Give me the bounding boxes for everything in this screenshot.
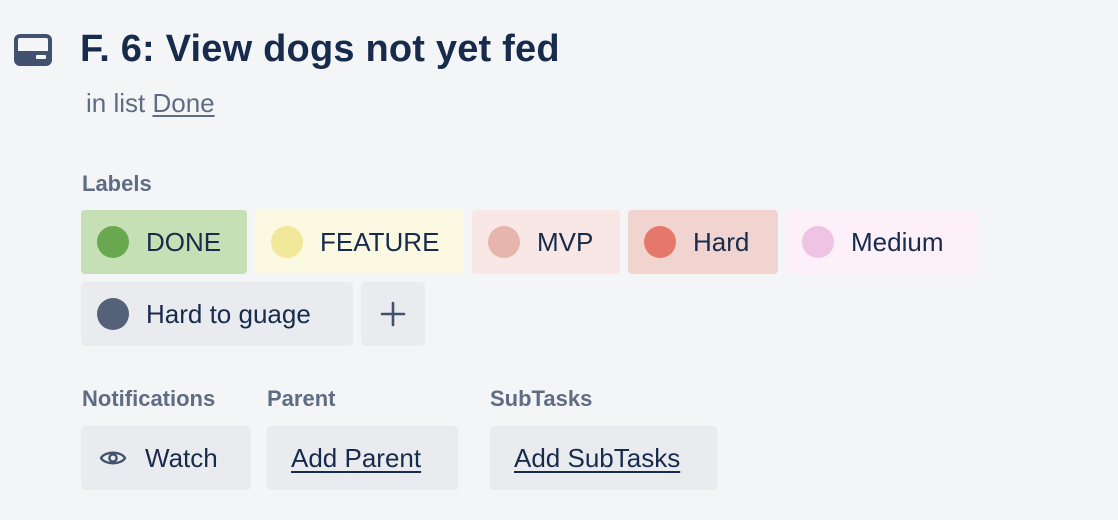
label-chip-hard[interactable]: Hard bbox=[628, 210, 778, 274]
label-text: MVP bbox=[537, 226, 594, 257]
labels-heading: Labels bbox=[82, 171, 152, 196]
label-dot-icon bbox=[97, 298, 129, 330]
label-chip-feature[interactable]: FEATURE bbox=[255, 210, 464, 274]
plus-icon bbox=[380, 301, 406, 327]
label-dot-icon bbox=[644, 226, 676, 258]
card-icon bbox=[14, 34, 52, 66]
parent-heading: Parent bbox=[267, 386, 336, 411]
add-subtasks-button[interactable]: Add SubTasks bbox=[490, 426, 717, 490]
label-dot-icon bbox=[802, 226, 834, 258]
label-chip-done[interactable]: DONE bbox=[81, 210, 247, 274]
eye-icon bbox=[99, 451, 127, 465]
add-parent-button[interactable]: Add Parent bbox=[267, 426, 458, 490]
list-link[interactable]: Done bbox=[152, 88, 214, 118]
label-text: Hard to guage bbox=[146, 298, 311, 329]
label-text: DONE bbox=[146, 226, 222, 257]
label-text: Medium bbox=[851, 226, 944, 257]
label-chip-mvp[interactable]: MVP bbox=[472, 210, 620, 274]
label-dot-icon bbox=[97, 226, 129, 258]
notifications-heading: Notifications bbox=[82, 386, 216, 411]
label-dot-icon bbox=[488, 226, 520, 258]
label-dot-icon bbox=[271, 226, 303, 258]
add-subtasks-label: Add SubTasks bbox=[514, 442, 681, 473]
label-chip-hard-to-guage[interactable]: Hard to guage bbox=[81, 282, 353, 346]
in-list-prefix: in list bbox=[86, 88, 146, 118]
label-chip-medium[interactable]: Medium bbox=[786, 210, 978, 274]
in-list-info: in list Done bbox=[86, 88, 215, 119]
card-detail: F. 6: View dogs not yet fed in list Done… bbox=[0, 0, 1118, 520]
label-text: Hard bbox=[693, 226, 750, 257]
label-text: FEATURE bbox=[320, 226, 440, 257]
card-title: F. 6: View dogs not yet fed bbox=[80, 28, 560, 70]
add-parent-label: Add Parent bbox=[291, 442, 422, 473]
watch-button[interactable]: Watch bbox=[81, 426, 251, 490]
subtasks-heading: SubTasks bbox=[490, 386, 593, 411]
add-label-button[interactable] bbox=[361, 282, 425, 346]
watch-label: Watch bbox=[145, 442, 218, 473]
